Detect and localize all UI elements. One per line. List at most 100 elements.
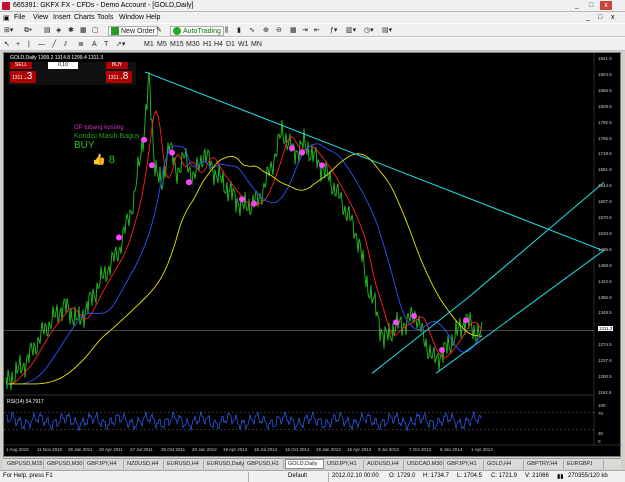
text-tool-icon[interactable]: A	[92, 40, 97, 50]
horizontal-line-icon[interactable]: —	[38, 40, 45, 50]
menu-file[interactable]: File	[14, 14, 25, 21]
rsi-tick: 30	[598, 431, 604, 436]
candlestick-icon[interactable]: ▮	[237, 26, 241, 36]
inner-minimize-button[interactable]: _	[586, 14, 590, 21]
chart-window-icon: ▣	[3, 15, 10, 22]
autoscroll-icon[interactable]: ⇥	[302, 26, 308, 36]
chart-tab[interactable]: GBPJPY,H4	[85, 460, 124, 469]
chart-window[interactable]: GOLD,Daily 1309.2 1314.8 1299.4 1311.3 S…	[3, 52, 622, 458]
metaeditor-icon[interactable]: ✎	[156, 26, 162, 36]
menu-insert[interactable]: Insert	[53, 14, 71, 21]
menu-help[interactable]: Help	[146, 14, 160, 21]
timeframe-d1[interactable]: D1	[226, 40, 235, 50]
chart-tab[interactable]: EURGBP,I	[565, 460, 604, 469]
lot-size-input[interactable]: 0.10	[48, 62, 78, 69]
buy-price[interactable]: 1311 .8	[106, 71, 132, 83]
chart-tab[interactable]: GBPUSD,H1	[245, 460, 284, 469]
menu-window[interactable]: Window	[119, 14, 144, 21]
price-tick: 1681.6	[598, 167, 612, 173]
timeframe-h4[interactable]: H4	[214, 40, 223, 50]
crosshair-icon[interactable]: +	[16, 40, 20, 50]
date-tick: 26 Jan 2011	[68, 447, 93, 452]
chart-tab[interactable]: AUDUSD,H4	[365, 460, 404, 469]
ma-slow-line	[8, 153, 483, 385]
price-tick: 1866.5	[598, 87, 612, 93]
status-datetime: 2012.02.10 00:00	[332, 473, 379, 479]
chart-canvas[interactable]	[4, 53, 622, 458]
data-window-icon[interactable]: ◈	[56, 26, 61, 36]
chart-tab[interactable]: EURUSD,Daily	[205, 460, 244, 469]
inner-close-button[interactable]: x	[611, 14, 615, 21]
sell-price[interactable]: 1311 .3	[10, 71, 36, 83]
signal-marker	[463, 317, 469, 324]
new-order-button[interactable]: New Order	[108, 26, 158, 36]
arrow-tool-icon[interactable]: ➚▾	[116, 40, 125, 50]
minimize-button[interactable]: _	[571, 1, 583, 10]
templates-menu-icon[interactable]: ▤▾	[382, 26, 392, 36]
indicator-thumbs-text: 👍 8	[92, 154, 115, 166]
trendline-icon[interactable]: ╱	[52, 40, 56, 50]
rsi-tick: 100	[598, 403, 606, 408]
timeframe-mn[interactable]: MN	[251, 40, 262, 50]
window-title: 665391: GKFX FX - CFDs - Demo Account - …	[13, 2, 194, 9]
price-tick: 1644.5	[598, 183, 612, 189]
vertical-line-icon[interactable]: |	[28, 40, 30, 50]
profiles-icon[interactable]: ⧉▾	[24, 26, 32, 36]
indicators-icon[interactable]: ƒ▾	[330, 26, 337, 36]
timeframe-m1[interactable]: M1	[144, 40, 154, 50]
line-chart-icon[interactable]: ∿	[249, 26, 255, 36]
chart-tab[interactable]: GOLD,Daily	[285, 459, 324, 469]
chart-tab[interactable]: EURUSD,H4	[165, 460, 204, 469]
inner-restore-button[interactable]: □	[598, 14, 602, 21]
signal-marker	[186, 179, 192, 186]
menu-view[interactable]: View	[33, 14, 48, 21]
timeframe-m15[interactable]: M15	[170, 40, 184, 50]
timeframe-m5[interactable]: M5	[157, 40, 167, 50]
channel-icon[interactable]: ⫽	[64, 40, 67, 50]
buy-button[interactable]: BUY	[106, 62, 128, 69]
menu-tools[interactable]: Tools	[97, 14, 113, 21]
new-chart-icon[interactable]: ⊞▾	[4, 26, 13, 36]
chart-tab[interactable]: GBPTRY,H4	[525, 460, 564, 469]
chart-tab[interactable]: NZDUSD,H4	[125, 460, 164, 469]
label-tool-icon[interactable]: T	[104, 40, 108, 50]
timeframe-w1[interactable]: W1	[238, 40, 249, 50]
cursor-icon[interactable]: ↖	[4, 40, 10, 50]
chart-tab[interactable]: USDJPY,H1	[325, 460, 364, 469]
date-tick: 20 Apr 2011	[99, 447, 123, 452]
chart-shift-icon[interactable]: ⇤	[314, 26, 320, 36]
bar-chart-icon[interactable]: ⫼	[225, 26, 228, 36]
status-low: L: 1704.5	[457, 473, 483, 479]
price-tick: 1718.5	[598, 151, 612, 157]
indicator-status-text: OP tubang kosong	[74, 125, 124, 131]
status-open: O: 1729.0	[389, 473, 416, 479]
tile-windows-icon[interactable]: ▦	[290, 26, 297, 36]
chart-tab[interactable]: USDCAD,M30	[405, 460, 444, 469]
sell-button[interactable]: SELL	[10, 62, 32, 69]
price-tick: 1607.6	[598, 199, 612, 205]
zoom-out-icon[interactable]: ⊖	[276, 26, 282, 36]
templates-icon[interactable]: ▥▾	[346, 26, 356, 36]
signal-marker	[411, 313, 417, 319]
navigator-icon[interactable]: ✱	[68, 26, 74, 36]
periods-icon[interactable]: ◷▾	[364, 26, 374, 36]
close-button[interactable]: x	[600, 1, 612, 10]
market-watch-icon[interactable]: ▤	[44, 26, 51, 36]
menu-charts[interactable]: Charts	[74, 14, 95, 21]
signal-marker	[239, 196, 245, 203]
chart-tab[interactable]: GBPJPY,H1	[445, 460, 484, 469]
timeframe-m30[interactable]: M30	[186, 40, 200, 50]
chart-tab[interactable]: GBPUSD,M30	[45, 460, 84, 469]
chart-tab[interactable]: GBPUSD,M15	[5, 460, 44, 469]
ohlc-label: GOLD,Daily 1309.2 1314.8 1299.4 1311.3	[10, 55, 104, 61]
timeframe-h1[interactable]: H1	[203, 40, 212, 50]
tester-icon[interactable]: ▢	[92, 26, 99, 36]
zoom-in-icon[interactable]: ⊕	[263, 26, 269, 36]
terminal-icon[interactable]: ▦	[80, 26, 87, 36]
autotrading-button[interactable]: AutoTrading	[170, 26, 224, 36]
fibonacci-icon[interactable]: ≣	[78, 40, 84, 50]
chart-tab[interactable]: GOLD,H4	[485, 460, 524, 469]
maximize-button[interactable]: □	[585, 1, 597, 10]
signal-marker	[319, 162, 325, 169]
signal-marker	[393, 319, 399, 326]
